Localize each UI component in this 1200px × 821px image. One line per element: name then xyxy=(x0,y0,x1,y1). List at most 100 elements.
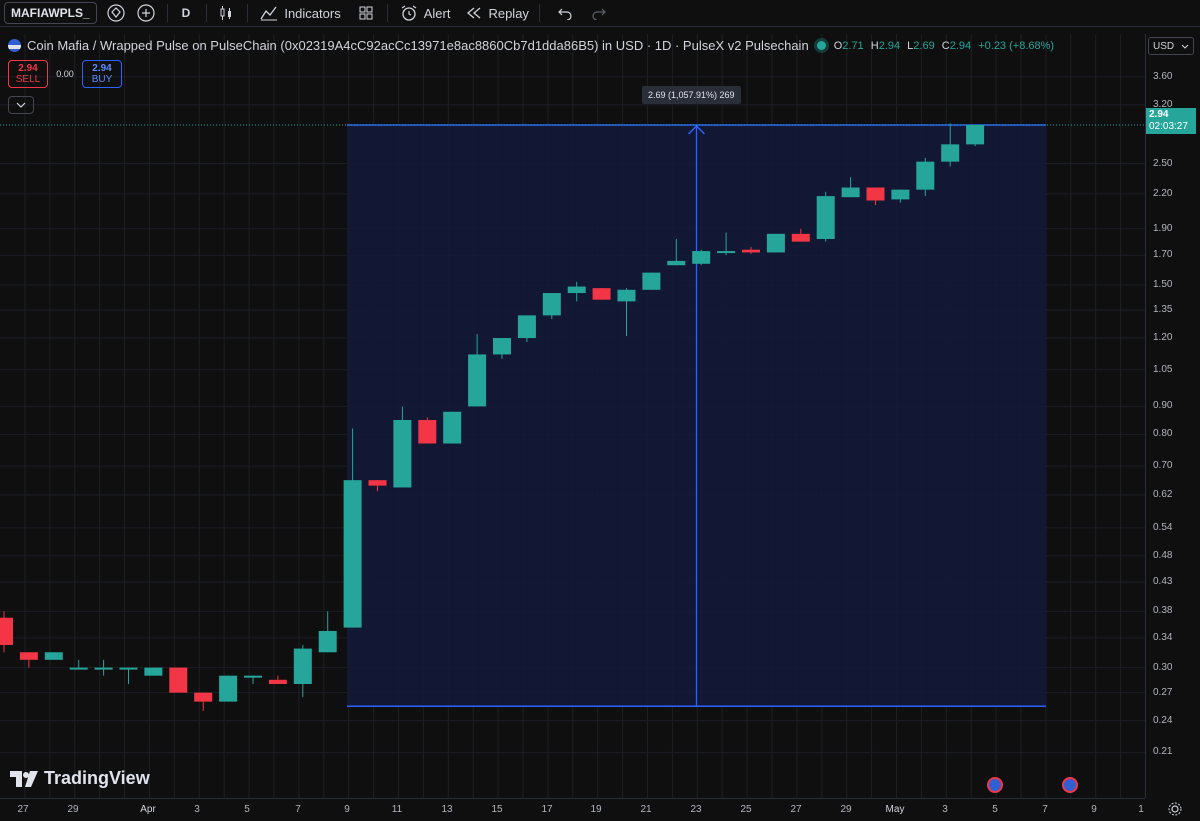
candle-body xyxy=(916,161,935,190)
gear-icon[interactable] xyxy=(1168,802,1182,821)
symbol-name: MAFIAWPLS_ xyxy=(11,6,90,20)
chart-title: Coin Mafia / Wrapped Pulse on PulseChain… xyxy=(27,38,809,53)
replay-label: Replay xyxy=(488,5,529,21)
interval-button[interactable]: D xyxy=(182,6,191,20)
spread-value: 0.00 xyxy=(56,69,74,79)
bar-countdown: 02:03:27 xyxy=(1149,121,1188,132)
undo-icon[interactable] xyxy=(554,2,576,24)
price-axis-label: 0.80 xyxy=(1153,428,1173,440)
candle-body xyxy=(368,480,387,486)
candle-body xyxy=(642,272,661,290)
candle-body xyxy=(567,286,586,294)
interval-label: D xyxy=(181,6,191,20)
currency-label: USD xyxy=(1153,40,1175,52)
candle-body xyxy=(667,260,686,266)
time-axis-label: 15 xyxy=(491,804,503,815)
tradingview-logo[interactable]: TradingView xyxy=(10,768,150,789)
price-axis-label: 1.90 xyxy=(1153,222,1173,234)
toolbar-divider xyxy=(386,4,388,22)
candle-body xyxy=(343,480,362,628)
candle-body xyxy=(692,251,711,264)
chevron-down-icon xyxy=(16,102,26,108)
time-axis-label: 9 xyxy=(1091,804,1097,815)
time-axis-label: 19 xyxy=(590,804,602,815)
time-axis-label: 17 xyxy=(541,804,553,815)
toolbar-divider xyxy=(538,4,540,22)
layouts-grid-icon[interactable] xyxy=(355,2,377,24)
candle-body xyxy=(393,420,412,488)
time-axis-label: 13 xyxy=(441,804,453,815)
close-value: 2.94 xyxy=(949,39,972,52)
top-toolbar: MAFIAWPLS_ D Indicators Alert Replay xyxy=(0,0,1200,27)
symbol-search-button[interactable]: MAFIAWPLS_ xyxy=(4,2,97,24)
candle-body xyxy=(592,288,611,300)
candle-body xyxy=(617,289,636,302)
currency-selector[interactable]: USD xyxy=(1148,37,1194,55)
time-axis-label: 3 xyxy=(194,804,200,815)
time-axis-label: 21 xyxy=(640,804,652,815)
price-axis-label: 0.38 xyxy=(1153,605,1173,617)
tradingview-mark-icon xyxy=(10,770,38,787)
time-axis-label: 25 xyxy=(740,804,752,815)
add-symbol-icon[interactable] xyxy=(135,2,157,24)
alarm-clock-icon xyxy=(401,5,417,21)
candle-body xyxy=(293,648,312,685)
price-axis-label: 3.60 xyxy=(1153,70,1173,82)
price-axis-label: 0.30 xyxy=(1153,661,1173,673)
candle-body xyxy=(866,187,885,201)
indicators-label: Indicators xyxy=(284,5,341,21)
measure-tool-label: 2.69 (1,057.91%) 269 xyxy=(642,86,741,104)
candle-body xyxy=(966,125,985,145)
price-axis-label: 0.62 xyxy=(1153,489,1173,501)
sell-price: 2.94 xyxy=(18,63,38,74)
chart-legend: Coin Mafia / Wrapped Pulse on PulseChain… xyxy=(8,38,1058,53)
collapse-legend-button[interactable] xyxy=(8,96,34,114)
candle-body xyxy=(19,652,38,660)
candle-body xyxy=(69,667,88,670)
buy-label: BUY xyxy=(91,74,113,85)
candles-chart-type-icon[interactable] xyxy=(215,2,237,24)
change-value: +0.23 (+8.68%) xyxy=(978,39,1055,52)
price-axis-label: 0.54 xyxy=(1153,521,1173,533)
time-axis-label: 9 xyxy=(344,804,350,815)
redo-icon[interactable] xyxy=(588,2,610,24)
quick-trade-panel: 2.94 SELL 0.00 2.94 BUY xyxy=(8,60,122,88)
price-axis[interactable] xyxy=(1145,34,1200,798)
candle-body xyxy=(493,338,511,355)
toolbar-divider xyxy=(166,4,168,22)
time-axis-label: 1 xyxy=(1138,804,1144,815)
price-axis-label: 0.21 xyxy=(1153,746,1173,758)
chevron-down-icon xyxy=(1181,44,1189,49)
candle-body xyxy=(891,189,910,200)
candle-body xyxy=(468,354,487,407)
open-label: O xyxy=(833,39,843,52)
diamond-icon[interactable] xyxy=(105,2,127,24)
candle-body xyxy=(0,617,13,645)
candle-body xyxy=(94,667,113,670)
time-axis-label: 7 xyxy=(1042,804,1048,815)
price-axis-label: 1.05 xyxy=(1153,363,1173,375)
time-axis-label: 29 xyxy=(840,804,852,815)
sell-button[interactable]: 2.94 SELL xyxy=(8,60,48,88)
time-axis[interactable]: 27 29 Apr 3 5 7 9 11 13 15 17 19 21 23 25 27 29 May 3 5 7 9 1 xyxy=(0,798,1145,821)
candle-body xyxy=(244,675,262,678)
high-label: H xyxy=(870,39,879,52)
alert-button[interactable]: Alert xyxy=(400,4,450,22)
indicators-button[interactable]: Indicators xyxy=(260,5,341,21)
price-axis-label: 0.70 xyxy=(1153,460,1173,472)
price-axis-label: 0.43 xyxy=(1153,576,1173,588)
price-chart[interactable] xyxy=(0,34,1145,798)
candle-body xyxy=(742,249,760,253)
candle-body xyxy=(144,667,163,676)
time-axis-label: 5 xyxy=(244,804,250,815)
price-axis-label: 1.70 xyxy=(1153,249,1173,261)
us-flag-icon xyxy=(8,39,21,52)
buy-button[interactable]: 2.94 BUY xyxy=(82,60,122,88)
economic-event-icon[interactable] xyxy=(987,777,1003,793)
price-axis-label: 2.50 xyxy=(1153,157,1173,169)
market-status-dot xyxy=(816,41,826,50)
time-axis-label: 7 xyxy=(295,804,301,815)
economic-event-icon[interactable] xyxy=(1062,777,1078,793)
time-axis-label: May xyxy=(885,804,905,815)
replay-button[interactable]: Replay xyxy=(466,5,529,21)
